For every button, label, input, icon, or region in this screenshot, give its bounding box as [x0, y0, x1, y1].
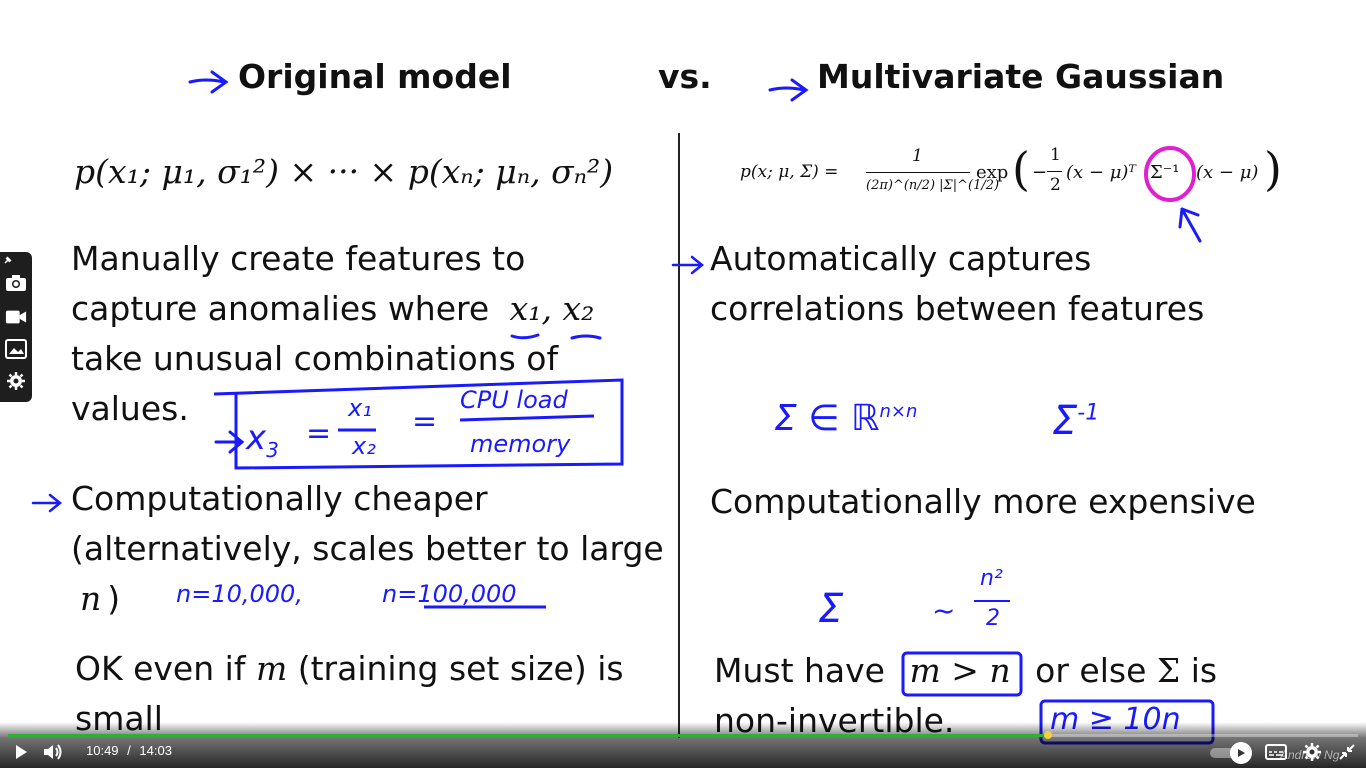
- closing-paren: ): [107, 579, 121, 618]
- right-point3-text-a: Must have: [714, 651, 885, 690]
- formula-numerator: 1: [912, 146, 923, 166]
- arrow-annotation: [671, 255, 705, 275]
- left-point1-line2-text: capture anomalies where: [71, 289, 490, 328]
- sigma-inverse-sup: -1: [1077, 400, 1100, 426]
- x3-equals-2: =: [412, 404, 438, 439]
- right-point3-text-b: or else: [1035, 651, 1147, 690]
- time-display: 10:49 / 14:03: [86, 743, 172, 758]
- arrow-annotation: [31, 493, 63, 513]
- duration: 14:03: [139, 743, 172, 758]
- sigma-in-r-annotation: Σ ∈ ℝn×n: [774, 398, 917, 439]
- fraction-bar: [866, 172, 970, 173]
- half-num: 1: [1050, 145, 1061, 165]
- progress-scrubber[interactable]: [1043, 731, 1052, 739]
- x1-x2-math: x₁, x₂: [509, 289, 595, 328]
- paren-right: ): [1264, 142, 1282, 196]
- side-toolbar: [0, 252, 32, 402]
- right-point3-text-c: is: [1190, 651, 1218, 690]
- progress-fill: [8, 734, 1048, 737]
- left-point2-line3: n): [80, 574, 120, 624]
- right-point2: Computationally more expensive: [710, 482, 1256, 521]
- m-math: m: [255, 649, 288, 688]
- left-point3-line1: OK even if m (training set size) is: [75, 644, 624, 694]
- volume-icon[interactable]: [42, 741, 64, 763]
- left-point2-line1: Computationally cheaper: [71, 479, 488, 518]
- arrow-annotation: [1178, 207, 1202, 243]
- x3-letter: x: [246, 418, 267, 458]
- player-controls: [0, 722, 1366, 768]
- n-squared-annotation: n²: [980, 566, 1003, 591]
- gallery-icon[interactable]: [5, 338, 27, 360]
- camera-icon[interactable]: [5, 272, 27, 294]
- left-heading: Original model: [238, 57, 512, 96]
- sigma-in-r-text: Σ ∈ ℝ: [774, 398, 880, 439]
- x3-equals: =: [306, 416, 332, 451]
- left-point1-line4: values.: [71, 389, 189, 428]
- left-point3-text-b: (training set size) is: [297, 649, 624, 688]
- exit-fullscreen-icon[interactable]: [1336, 741, 1358, 763]
- minus-sign: −: [1032, 162, 1048, 183]
- paren-left: (: [1012, 142, 1030, 196]
- right-formula: p(x; μ, Σ) = 1 (2π)^(n/2) |Σ|^(1/2) exp …: [740, 140, 1285, 210]
- autoplay-toggle-icon: [1230, 742, 1252, 764]
- left-formula: p(x₁; μ₁, σ₁²) × ··· × p(xₙ; μₙ, σₙ²): [74, 152, 614, 191]
- progress-bar[interactable]: [8, 731, 1358, 739]
- pin-icon[interactable]: [2, 254, 14, 266]
- gear-icon[interactable]: [1301, 741, 1323, 763]
- x3-numerator: x₁: [348, 394, 372, 422]
- current-time: 10:49: [86, 743, 119, 758]
- column-divider: [678, 133, 680, 738]
- left-point1-line2: capture anomalies where x₁, x₂: [71, 284, 594, 334]
- n-squared-den: 2: [986, 606, 1000, 631]
- x3-lhs: x3: [246, 418, 279, 462]
- right-heading: Multivariate Gaussian: [817, 57, 1225, 96]
- cpu-load-label: CPU load: [460, 386, 568, 414]
- arrow-annotation: [768, 78, 809, 102]
- left-point2-line2: (alternatively, scales better to large: [71, 529, 664, 568]
- sigma-math: Σ: [1156, 651, 1181, 690]
- left-point1-line1: Manually create features to: [71, 239, 526, 278]
- underline-annotation: [424, 605, 546, 609]
- x3-denominator: x₂: [352, 432, 376, 460]
- arrow-annotation: [188, 70, 229, 94]
- formula-lhs: p(x; μ, Σ) =: [740, 162, 839, 182]
- right-point1-line1: Automatically captures: [710, 239, 1092, 278]
- formula-exp: exp: [976, 162, 1009, 183]
- time-separator: /: [127, 743, 131, 758]
- sigma-annotation: Σ: [818, 586, 844, 632]
- sigma-inverse-text: Σ: [1052, 398, 1078, 444]
- n-math: n: [80, 579, 102, 618]
- formula-tail: (x − μ): [1196, 162, 1259, 183]
- sigma-inverse-annotation: Σ-1: [1052, 398, 1099, 444]
- n-squared-bar: [974, 600, 1010, 602]
- vs-label: vs.: [658, 57, 712, 96]
- right-point1-line2: correlations between features: [710, 289, 1205, 328]
- n-10000-annotation: n=10,000,: [176, 580, 303, 608]
- half-den: 2: [1050, 175, 1061, 195]
- gear-icon[interactable]: [5, 370, 27, 392]
- x3-subscript: 3: [266, 437, 279, 462]
- approx-annotation: ~: [932, 594, 956, 627]
- video-icon[interactable]: [5, 306, 27, 328]
- autoplay-toggle[interactable]: [1210, 742, 1252, 764]
- formula-body: (x − μ)ᵀ: [1066, 162, 1136, 183]
- half-bar: [1047, 171, 1062, 172]
- memory-label: memory: [470, 430, 571, 458]
- play-icon[interactable]: [10, 741, 32, 763]
- sigma-in-r-sup: n×n: [879, 401, 918, 422]
- left-point3-text-a: OK even if: [75, 649, 246, 688]
- m-greater-n-box: [901, 651, 1023, 697]
